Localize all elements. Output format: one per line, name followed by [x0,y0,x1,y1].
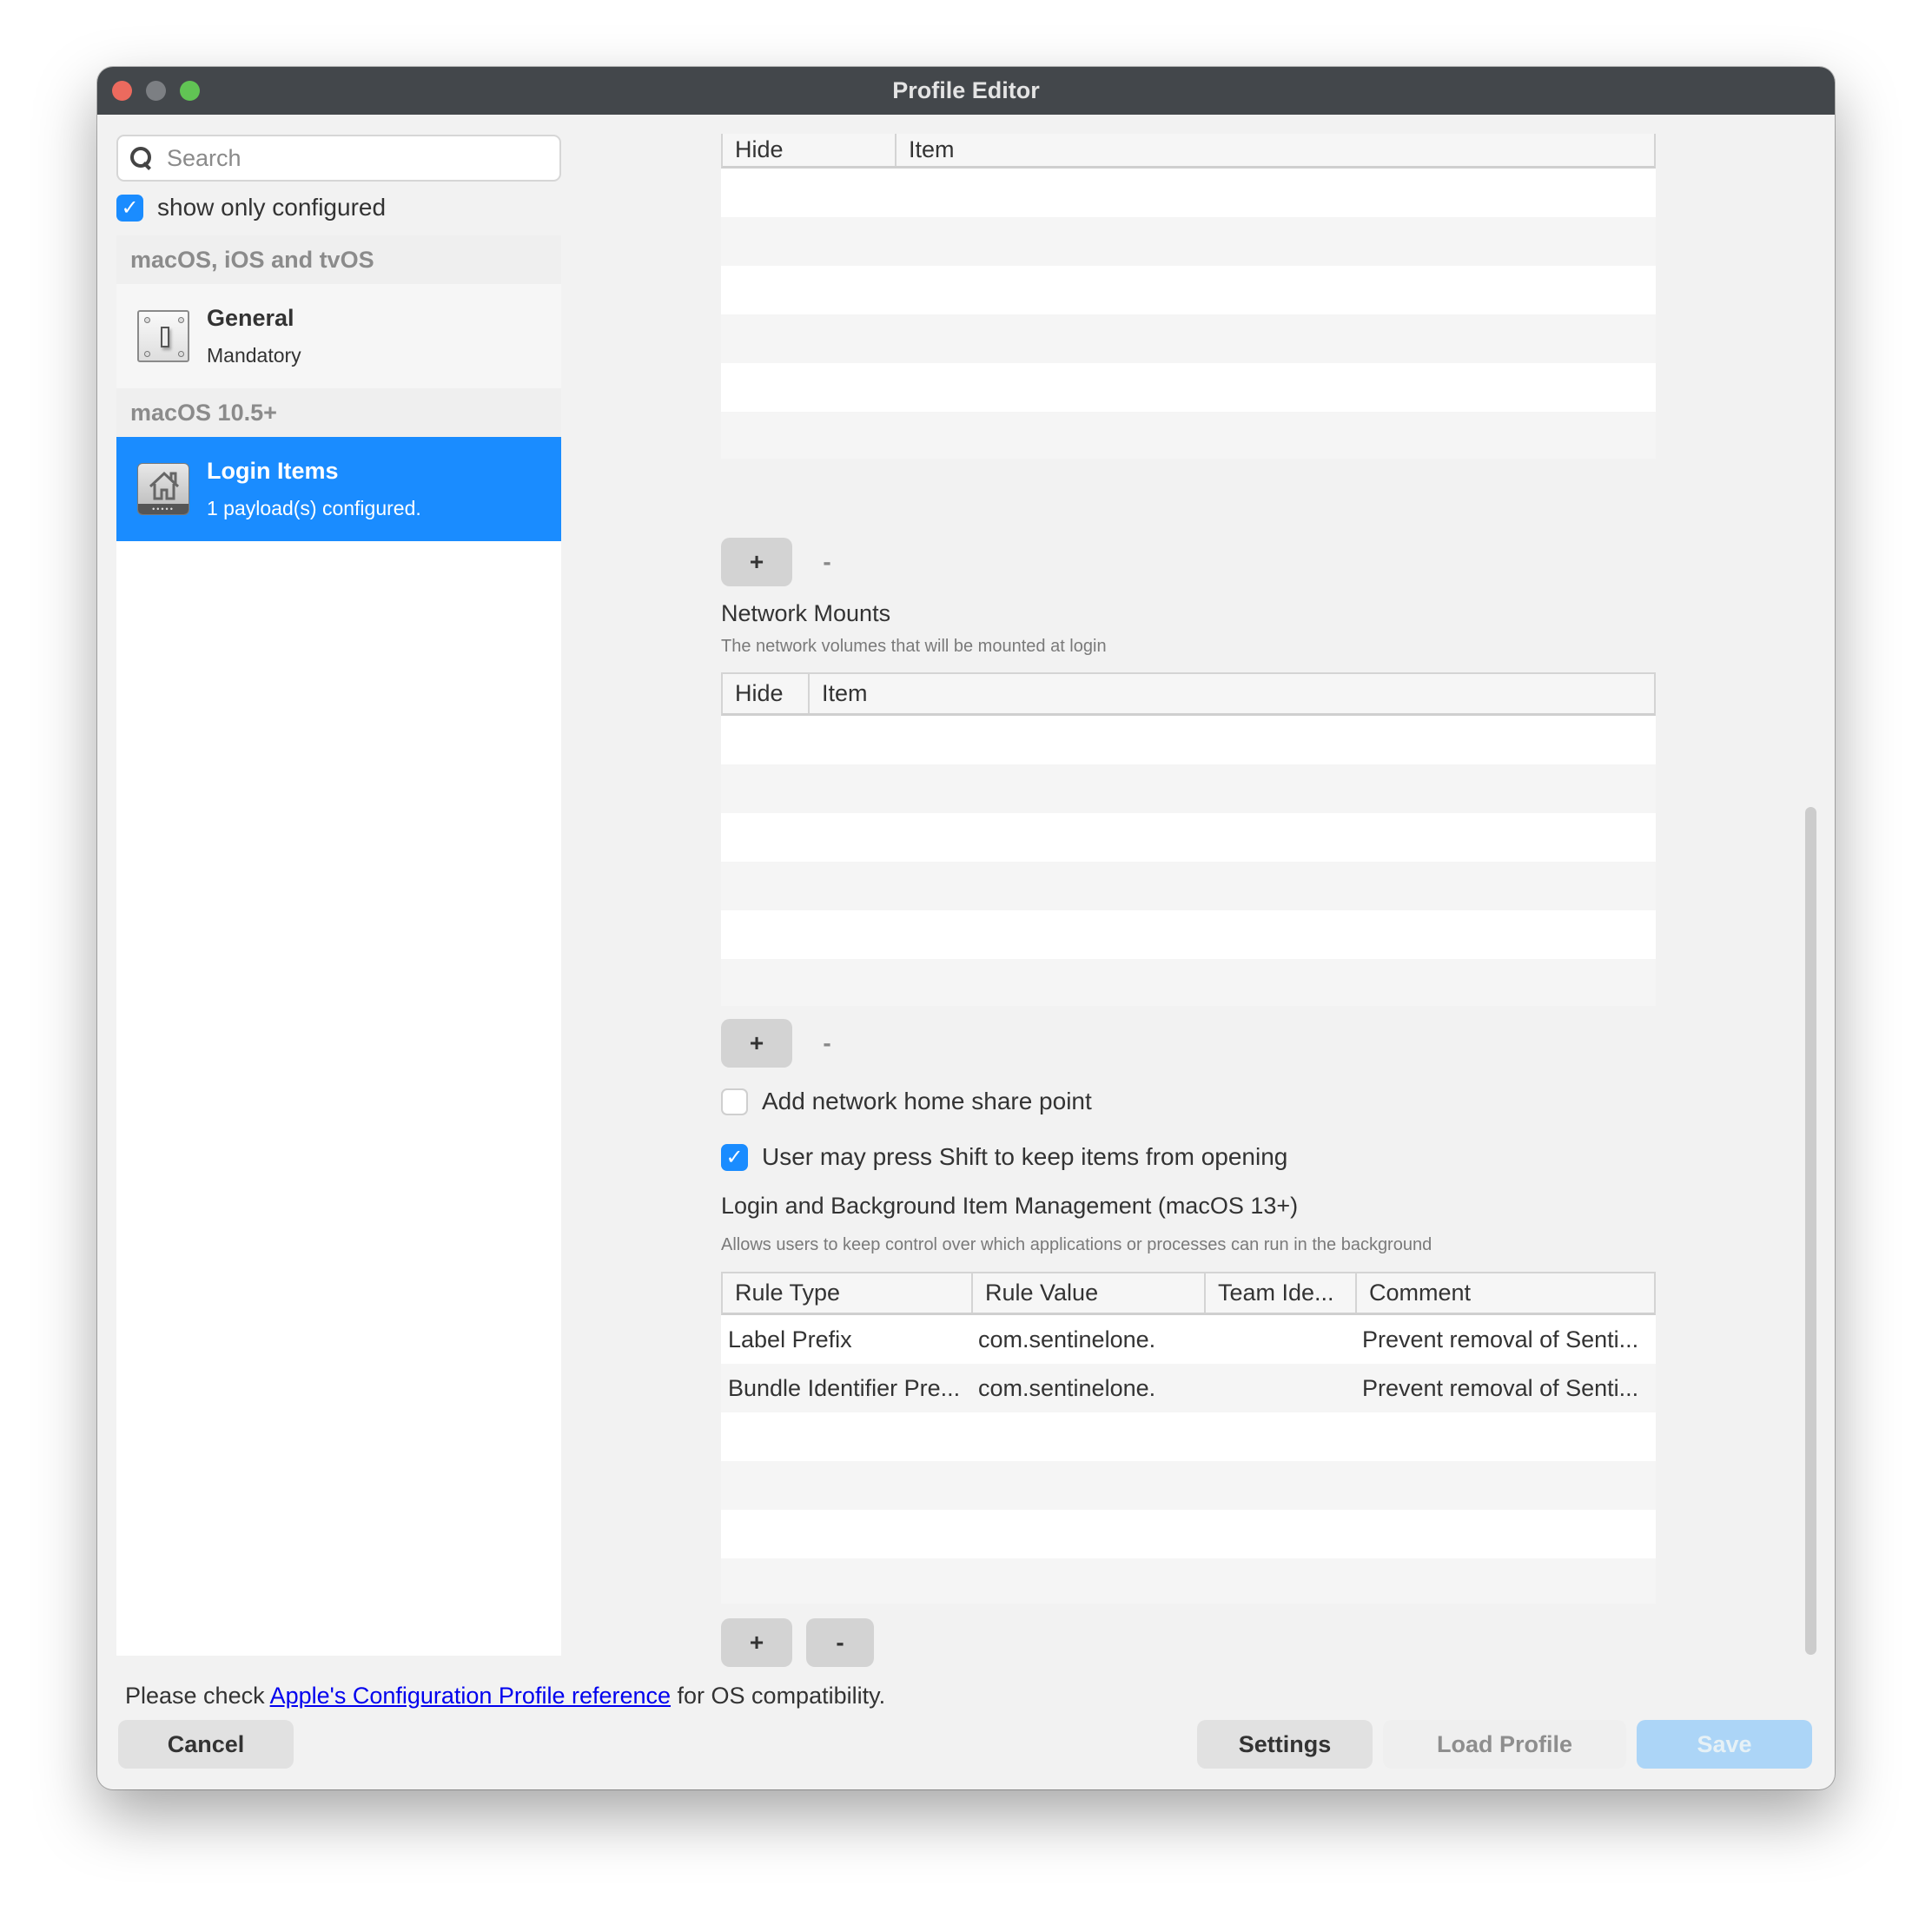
compatibility-note: Please check Apple's Configuration Profi… [125,1683,885,1710]
home-icon: ••••• [137,463,189,515]
sidebar-item-login-items[interactable]: ••••• Login Items 1 payload(s) configure… [116,437,561,541]
payload-settings-pane: Hide Item + - Network Mounts The network… [721,134,1807,1722]
column-header-item[interactable]: Item [810,674,1654,713]
network-mounts-table[interactable]: Hide Item [721,672,1656,1006]
cell-comment: Prevent removal of Senti... [1362,1374,1639,1401]
zoom-window-button[interactable] [180,81,200,101]
minimize-window-button[interactable] [146,81,166,101]
table-row[interactable] [721,412,1656,459]
column-header-comment[interactable]: Comment [1357,1273,1654,1313]
network-mounts-buttons: + - [721,1019,862,1068]
remove-network-mount-button[interactable]: - [792,1019,862,1068]
column-header-hide[interactable]: Hide [723,134,897,166]
add-rule-button[interactable]: + [721,1618,792,1667]
add-network-home-share-label: Add network home share point [762,1088,1092,1114]
table-header: Rule Type Rule Value Team Ide... Comment [721,1272,1656,1315]
column-header-hide[interactable]: Hide [723,674,810,713]
search-input[interactable] [167,144,540,172]
search-icon [129,145,155,171]
note-suffix: for OS compatibility. [671,1683,886,1709]
table-row[interactable] [721,363,1656,412]
shift-to-keep-row[interactable]: ✓ User may press Shift to keep items fro… [721,1143,1287,1171]
table-row[interactable] [721,716,1656,764]
cell-comment: Prevent removal of Senti... [1362,1326,1639,1353]
table-row[interactable] [721,169,1656,217]
background-items-buttons: + - [721,1618,874,1667]
table-row[interactable] [721,813,1656,862]
table-row[interactable] [721,266,1656,314]
network-mounts-title: Network Mounts [721,600,891,626]
table-row[interactable] [721,1558,1656,1604]
table-row[interactable] [721,1510,1656,1558]
switch-icon [137,310,189,362]
cell-rule-value: com.sentinelone. [978,1326,1156,1353]
show-only-configured-checkbox[interactable]: ✓ [116,194,143,222]
group-header-all-os: macOS, iOS and tvOS [116,235,561,284]
sidebar-item-title: General [207,305,294,331]
column-header-item[interactable]: Item [897,134,1654,166]
sidebar-item-subtitle: 1 payload(s) configured. [207,497,421,519]
shift-to-keep-label: User may press Shift to keep items from … [762,1143,1288,1170]
cell-rule-type: Bundle Identifier Pre... [728,1374,961,1401]
column-header-team-identifier[interactable]: Team Ide... [1206,1273,1357,1313]
add-network-home-share-checkbox[interactable] [721,1088,748,1115]
sidebar-item-general[interactable]: General Mandatory [116,284,561,388]
add-network-mount-button[interactable]: + [721,1019,792,1068]
settings-button[interactable]: Settings [1197,1720,1373,1769]
table-header: Hide Item [721,134,1656,169]
configuration-profile-reference-link[interactable]: Apple's Configuration Profile reference [270,1683,671,1709]
add-network-home-share-row[interactable]: Add network home share point [721,1088,1092,1115]
background-items-table[interactable]: Rule Type Rule Value Team Ide... Comment… [721,1272,1656,1604]
payload-list: macOS, iOS and tvOS General Mandatory ma… [116,235,561,1656]
sidebar-item-title: Login Items [207,458,339,484]
table-row[interactable] [721,1461,1656,1510]
cell-rule-value: com.sentinelone. [978,1374,1156,1401]
note-prefix: Please check [125,1683,270,1709]
table-row[interactable] [721,217,1656,266]
login-items-table[interactable]: Hide Item [721,134,1656,459]
table-row[interactable] [721,910,1656,959]
table-row[interactable]: Bundle Identifier Pre... com.sentinelone… [721,1364,1656,1412]
column-header-rule-value[interactable]: Rule Value [973,1273,1206,1313]
group-header-macos-10-5: macOS 10.5+ [116,388,561,437]
title-bar: Profile Editor [97,67,1835,115]
login-items-buttons: + - [721,538,862,586]
save-button[interactable]: Save [1637,1720,1812,1769]
show-only-configured-row[interactable]: ✓ show only configured [116,194,386,222]
table-row[interactable] [721,314,1656,363]
show-only-configured-label: show only configured [157,194,387,221]
column-header-rule-type[interactable]: Rule Type [723,1273,973,1313]
network-mounts-description: The network volumes that will be mounted… [721,637,1107,656]
add-login-item-button[interactable]: + [721,538,792,586]
table-header: Hide Item [721,672,1656,716]
background-items-description: Allows users to keep control over which … [721,1235,1432,1254]
close-window-button[interactable] [112,81,132,101]
content-scrollbar[interactable] [1805,807,1816,1655]
background-items-title: Login and Background Item Management (ma… [721,1193,1299,1219]
table-row[interactable] [721,959,1656,1006]
sidebar-item-subtitle: Mandatory [207,344,301,367]
table-row[interactable] [721,1412,1656,1461]
search-field[interactable] [116,135,561,182]
profile-editor-window: Profile Editor ✓ show only configured ma… [97,67,1835,1789]
cancel-button[interactable]: Cancel [118,1720,294,1769]
load-profile-button[interactable]: Load Profile [1383,1720,1626,1769]
table-row[interactable] [721,862,1656,910]
remove-login-item-button[interactable]: - [792,538,862,586]
window-title: Profile Editor [892,77,1040,103]
remove-rule-button[interactable]: - [806,1618,874,1667]
table-row[interactable] [721,764,1656,813]
table-row[interactable]: Label Prefix com.sentinelone. Prevent re… [721,1315,1656,1364]
shift-to-keep-checkbox[interactable]: ✓ [721,1143,748,1171]
cell-rule-type: Label Prefix [728,1326,852,1353]
